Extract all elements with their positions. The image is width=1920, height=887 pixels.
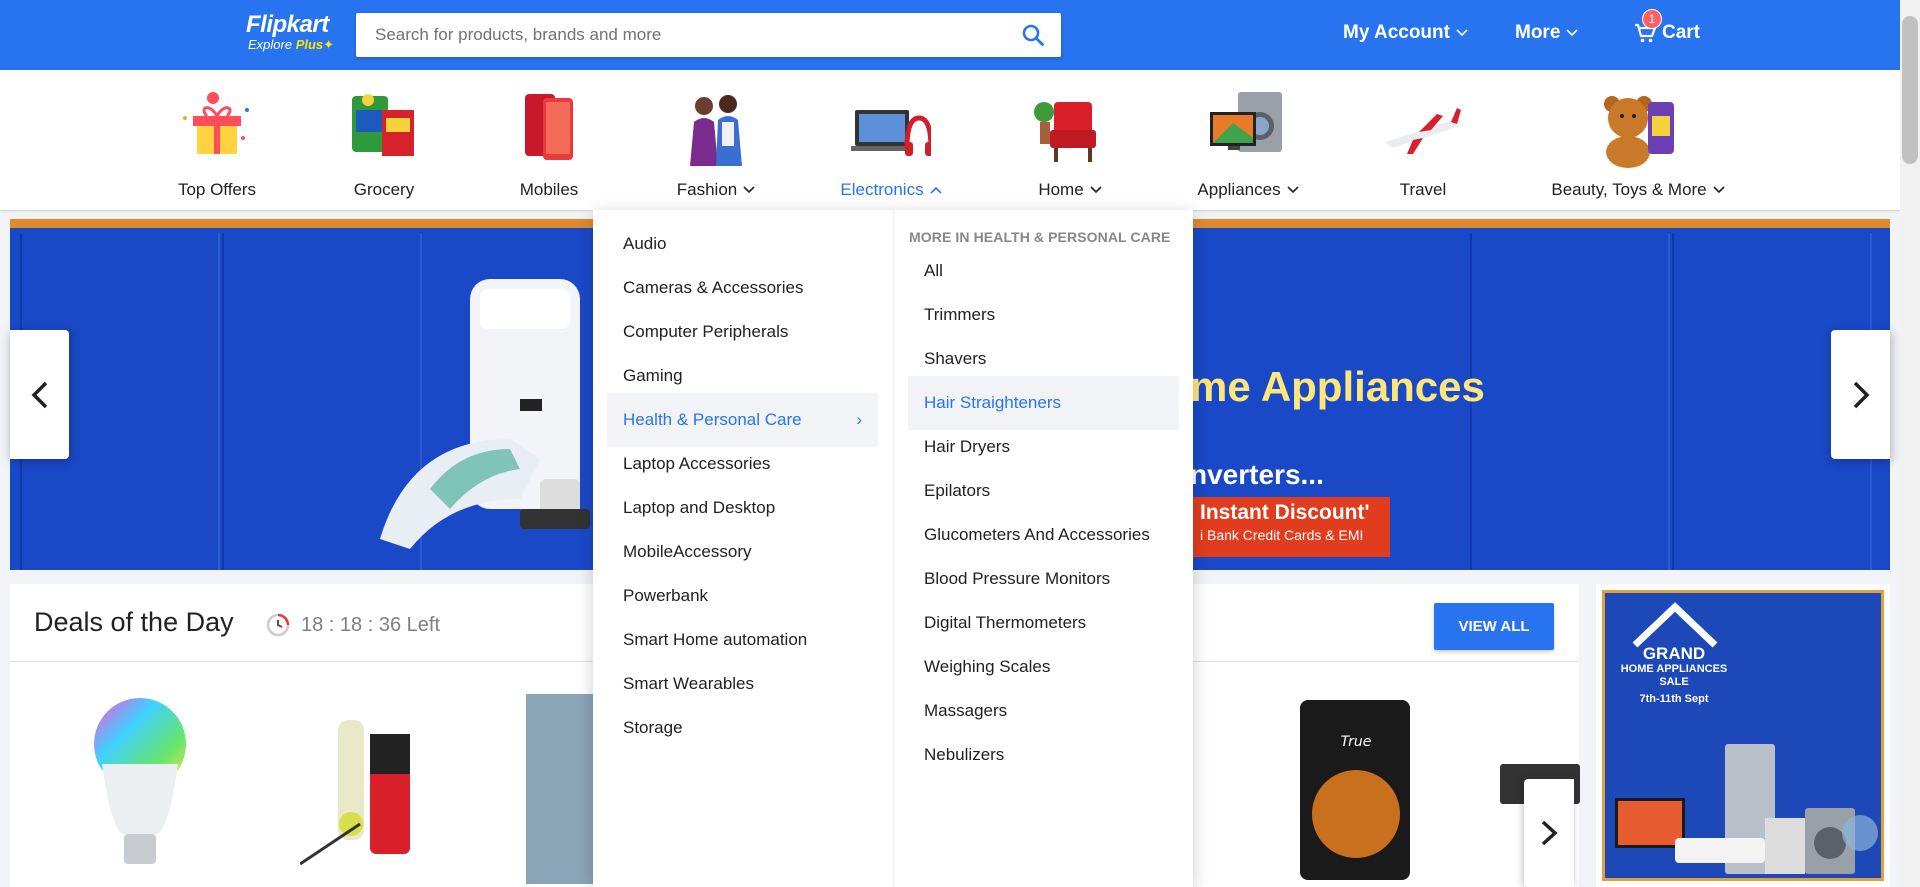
banner-discount-badge: Instant Discount' i Bank Credit Cards & E… [1190,497,1390,557]
electronics-icon [851,88,934,168]
category-label: Appliances [1197,180,1281,199]
banner-headline: me Appliances [1190,363,1485,410]
category-fashion[interactable]: Fashion [636,88,796,200]
chevron-down-icon [1713,186,1725,194]
fashion-icon [676,88,756,168]
more-label: More [1515,22,1561,43]
promo-subtitle: HOME APPLIANCES SALE [1620,663,1728,688]
chevron-down-icon [743,186,755,194]
dropdown-item-label: Smart Wearables [623,674,755,693]
dropdown-item-label: Health & Personal Care [623,410,802,429]
chevron-down-icon [1456,29,1468,37]
dropdown-category-list: Audio Cameras & Accessories Computer Perip… [593,210,893,887]
category-grocery[interactable]: Grocery [304,88,464,200]
dropdown-item-label: Smart Home automation [623,630,808,649]
logo-tagline: Explore Plus✦ [248,37,335,52]
dropdown-item-label: Powerbank [623,586,709,605]
appliance-product-image [380,279,590,549]
category-label: Home [1038,180,1084,199]
scrollbar-thumb[interactable] [1902,16,1918,164]
dropdown-item-label: Storage [623,718,683,737]
search-icon[interactable] [1021,23,1045,47]
page-scrollbar[interactable] [1900,0,1920,887]
house-icon [1632,602,1718,648]
dropdown-item-label: Gaming [623,366,683,385]
teddy-icon [1598,88,1678,168]
sports-combo-image[interactable] [300,714,450,884]
product-image[interactable] [526,694,598,884]
category-label: Top Offers [177,180,257,199]
my-account-menu[interactable]: My Account [1343,22,1468,44]
appliances-icon [1208,88,1288,168]
search-input[interactable] [356,13,996,57]
chevron-left-icon [31,381,47,408]
category-label: Fashion [676,180,738,199]
deals-title: Deals of the Day [34,607,234,637]
timer-text: 18 : 18 : 36 Left [301,613,440,636]
category-mobiles[interactable]: Mobiles [469,88,629,200]
appliances-collage-image [1615,744,1878,874]
chevron-down-icon [1566,29,1578,37]
promo-title: GRAND [1642,644,1706,663]
chevron-down-icon [1090,186,1102,194]
category-home[interactable]: Home [990,88,1150,200]
chevron-up-icon [929,186,942,194]
dropdown-item-label: Laptop Accessories [623,454,771,473]
category-label: Grocery [353,180,415,199]
timer-icon [266,613,290,637]
chevron-down-icon [1287,186,1299,194]
dropdown-item-label: Audio [623,234,667,253]
dropdown-item-label: Computer Peripherals [623,322,789,341]
banner-subline: nverters... [1190,459,1324,490]
smart-bulb-image[interactable] [80,694,200,884]
flipkart-logo[interactable]: Flipkart Explore Plus✦ [246,12,334,52]
dropdown-subitem[interactable]: Nebulizers [908,728,1179,782]
category-label: Mobiles [519,180,579,199]
dropdown-item-label: Cameras & Accessories [623,278,804,297]
more-menu[interactable]: More [1515,22,1578,44]
category-travel[interactable]: Travel [1343,88,1503,200]
dropdown-subcategory-list: MORE IN HEALTH & PERSONAL CARE All Trimme… [893,210,1193,887]
dropdown-item[interactable]: Storage [607,701,878,755]
top-header: Flipkart Explore Plus✦ My Account More C… [0,0,1900,70]
deals-next-button[interactable] [1524,779,1574,887]
chevron-right-icon [1853,381,1869,408]
airplane-icon [1383,88,1463,168]
chevron-right-icon [1541,820,1558,846]
deals-timer: 18 : 18 : 36 Left [265,612,440,638]
category-electronics[interactable]: Electronics [811,88,971,200]
banner-next-button[interactable] [1831,330,1890,459]
logo-brand: Flipkart [246,11,329,38]
grocery-icon [344,88,424,168]
banner-panel [1470,233,1670,570]
home-icon [1030,88,1110,168]
category-appliances[interactable]: Appliances [1168,88,1328,200]
subcategory-heading: MORE IN HEALTH & PERSONAL CARE [909,229,1171,245]
category-label: Electronics [840,180,924,199]
search-bar [356,13,1061,57]
promo-card[interactable]: GRAND HOME APPLIANCES SALE 7th-11th Sept [1596,584,1890,887]
view-all-button[interactable]: VIEW ALL [1434,603,1554,650]
category-beauty-toys[interactable]: Beauty, Toys & More [1518,88,1758,200]
promo-date: 7th-11th Sept [1639,693,1709,705]
banner-prev-button[interactable] [10,330,69,459]
svg-text:True: True [1341,734,1372,750]
category-top-offers[interactable]: Top Offers [137,88,297,200]
my-account-label: My Account [1343,22,1450,43]
cart-count-badge: 1 [1642,9,1662,29]
category-label: Beauty, Toys & More [1551,180,1707,199]
cart-label: Cart [1662,22,1701,43]
promo-banner: GRAND HOME APPLIANCES SALE 7th-11th Sept [1602,590,1884,881]
gift-icon [177,88,257,168]
dropdown-item-label: Laptop and Desktop [623,498,776,517]
oats-pack-image[interactable]: True [1290,694,1420,884]
category-label: Travel [1399,180,1447,199]
electronics-dropdown: Audio Cameras & Accessories Computer Perip… [593,210,1193,887]
category-bar: Top Offers Grocery Mobiles Fashion Elect… [0,70,1900,210]
mobile-icon [509,88,589,168]
dropdown-item-label: MobileAccessory [623,542,752,561]
